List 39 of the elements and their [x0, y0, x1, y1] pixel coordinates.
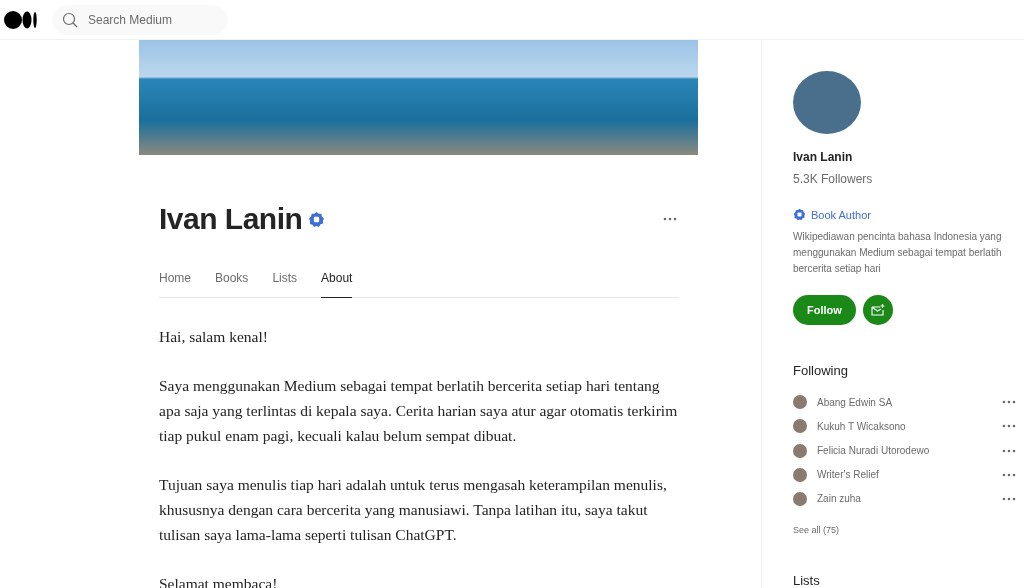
followers-count: 5.3K Followers: [793, 172, 874, 187]
following-name[interactable]: Felicia Nuradi Utorodewo: [817, 445, 930, 457]
more-icon: [663, 217, 677, 221]
profile-tab[interactable]: Lists: [272, 271, 298, 298]
avatar: [793, 491, 807, 506]
profile-tab[interactable]: Home: [159, 271, 191, 298]
more-icon: [1002, 448, 1016, 453]
more-icon: [1002, 400, 1016, 405]
avatar: [793, 395, 807, 410]
author-bio: Wikipediawan pencinta bahasa Indonesia yang menggunakan Medium sebagai tempat berlatih bercerita setiap hari: [793, 230, 1003, 277]
badge-label: Book Author: [811, 208, 871, 221]
following-name[interactable]: Zain zuha: [817, 493, 861, 505]
about-paragraph: Hai, salam kenal!: [159, 327, 269, 347]
follow-button[interactable]: Follow: [793, 295, 856, 326]
logo-icon[interactable]: [4, 10, 38, 29]
mail-plus-icon: [870, 304, 885, 317]
following-name[interactable]: Writer's Relief: [817, 469, 879, 481]
more-icon: [1002, 424, 1016, 429]
about-paragraph: Saya menggunakan Medium sebagai tempat berlatih bercerita setiap hari tentang apa saja yang terlintas di kepala saya. Cerita harian saya atur agar otomatis terkirim tiap pukul enam pagi, kecuali kalau belum sempat dibuat.: [159, 376, 679, 446]
about-paragraph: Tujuan saya menulis tiap hari adalah untuk terus mengasah keterampilan menulis, khususnya dengan cara bercerita yang manusiawi. Tanpa latihan itu, saya takut tulisan saya lama-lama seperti tulisan ChatGPT.: [159, 475, 668, 545]
profile-tab[interactable]: Books: [215, 271, 249, 298]
badge-icon: [308, 210, 326, 228]
lists-heading: Lists: [793, 572, 821, 588]
see-all-link[interactable]: See all (75): [793, 524, 1024, 535]
more-button[interactable]: [661, 215, 679, 223]
following-heading: Following: [793, 363, 849, 379]
badge-icon: [793, 208, 806, 222]
more-icon: [1002, 496, 1016, 501]
author-name: Ivan Lanin: [793, 150, 854, 165]
profile-name: Ivan Lanin: [159, 202, 303, 236]
more-icon: [1002, 472, 1016, 477]
search-field[interactable]: Search Medium: [52, 4, 228, 35]
following-name[interactable]: Abang Edwin SA: [817, 396, 893, 408]
avatar: [793, 443, 807, 458]
profile-tab[interactable]: About: [321, 271, 353, 298]
avatar: [793, 419, 807, 434]
avatar: [793, 467, 807, 482]
subscribe-button[interactable]: [862, 295, 893, 326]
following-name[interactable]: Kukuh T Wicaksono: [817, 420, 906, 432]
